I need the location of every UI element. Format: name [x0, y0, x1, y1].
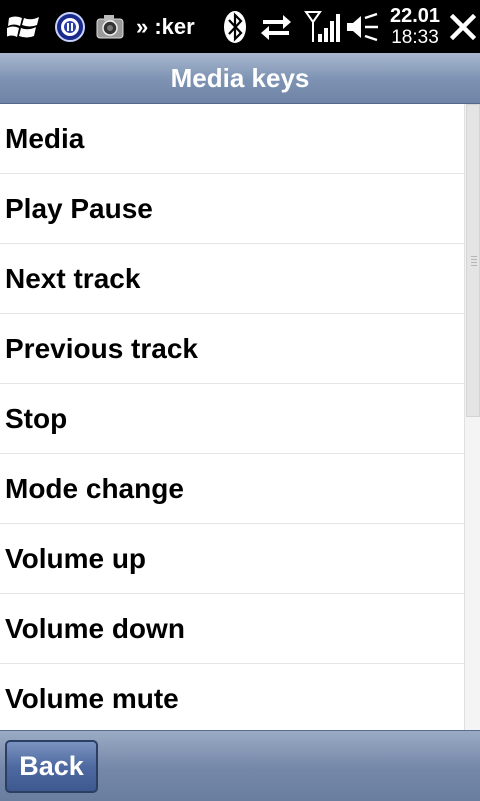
media-keys-list: Media Play Pause Next track Previous tra…	[0, 104, 464, 730]
camera-icon[interactable]	[93, 0, 127, 53]
status-bar: » :ker 22.01 18:33	[0, 0, 480, 53]
scroll-thumb[interactable]	[466, 104, 480, 417]
list-item-play-pause[interactable]: Play Pause	[0, 174, 464, 244]
close-icon[interactable]	[446, 0, 480, 53]
bottom-bar: Back	[0, 730, 480, 801]
title-bar: Media keys	[0, 53, 480, 104]
data-sync-icon	[258, 0, 294, 53]
back-button[interactable]: Back	[5, 740, 98, 793]
scrollbar[interactable]	[464, 104, 480, 730]
list-item-media[interactable]: Media	[0, 104, 464, 174]
bluetooth-icon	[220, 0, 250, 53]
list-item-stop[interactable]: Stop	[0, 384, 464, 454]
clock[interactable]: 22.01 18:33	[384, 0, 446, 53]
list-item-volume-up[interactable]: Volume up	[0, 524, 464, 594]
list-item-volume-mute[interactable]: Volume mute	[0, 664, 464, 730]
app-name: » :ker	[136, 13, 195, 39]
volume-muted-icon	[344, 0, 380, 53]
status-time: 18:33	[391, 26, 439, 48]
scroll-grip-icon	[471, 256, 477, 268]
page-title: Media keys	[170, 62, 310, 93]
signal-strength-icon	[302, 0, 342, 53]
list-item-next-track[interactable]: Next track	[0, 244, 464, 314]
list-item-previous-track[interactable]: Previous track	[0, 314, 464, 384]
media-player-icon[interactable]	[52, 0, 88, 53]
list-item-volume-down[interactable]: Volume down	[0, 594, 464, 664]
list-item-mode-change[interactable]: Mode change	[0, 454, 464, 524]
status-date: 22.01	[389, 4, 441, 27]
windows-start-icon[interactable]	[4, 0, 44, 53]
